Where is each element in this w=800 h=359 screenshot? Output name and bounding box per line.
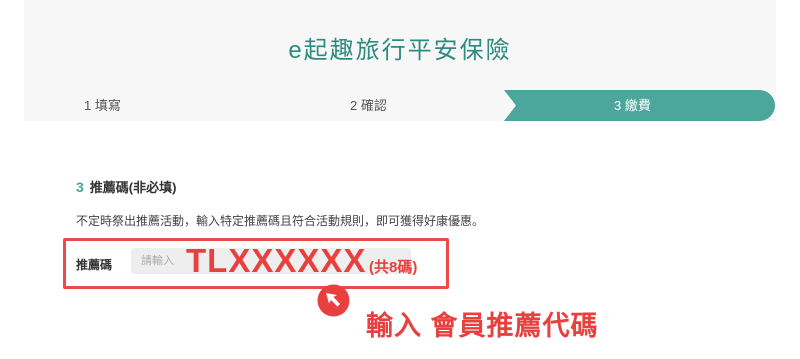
code-example-overlay: TLXXXXXX [186,242,367,279]
referral-code-label: 推薦碼 [76,258,113,272]
page-title: e起趣旅行平安保險 [288,37,512,64]
arrow-pointer-icon [317,284,350,317]
code-length-note: (共8碼) [369,259,418,276]
progress-steps: 1 填寫 2 確認 3 繳費 [24,90,776,121]
section-number: 3 [76,179,84,195]
section-title: 推薦碼(非必填) [89,180,177,195]
section-heading: 3 推薦碼(非必填) [76,177,176,196]
step-confirm: 2 確認 [350,98,387,113]
annotation-text: 輸入 會員推薦代碼 [366,311,599,341]
step-fill: 1 填寫 [84,98,121,113]
step-payment: 3 繳費 [614,98,651,113]
section-description: 不定時祭出推薦活動，輸入特定推薦碼且符合活動規則，即可獲得好康優惠。 [76,214,485,228]
